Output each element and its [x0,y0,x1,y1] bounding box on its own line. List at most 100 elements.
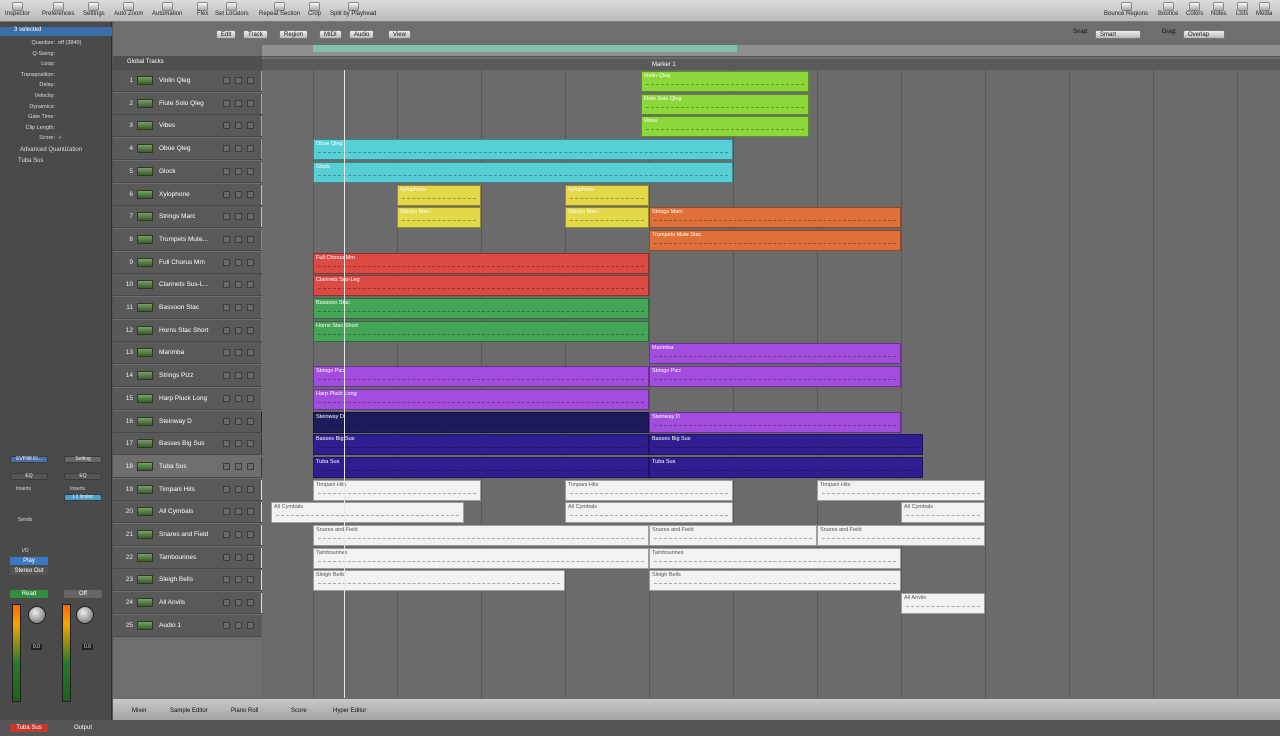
track-name[interactable]: Marimba [159,349,184,356]
track-header[interactable]: 24 All Anvils [113,592,264,615]
midi-region[interactable]: All Anvils [901,593,985,615]
solo-button[interactable] [235,553,242,561]
track-name[interactable]: All Anvils [159,599,185,606]
param-row-q-swing[interactable]: Q-Swing: [0,50,112,60]
track-header[interactable]: 17 Basses Big Sus [113,433,264,456]
toolbar-media-button[interactable]: Media [1256,2,1272,17]
record-button[interactable] [247,599,254,607]
solo-button[interactable] [235,281,242,289]
solo-button[interactable] [235,508,242,516]
mute-button[interactable] [223,485,230,493]
midi-region[interactable]: All Cymbals [565,502,733,524]
solo-button[interactable] [235,99,242,107]
midi-region[interactable]: All Cymbals [901,502,985,524]
track-name[interactable]: Violin Qleg [159,77,190,84]
midi-region[interactable]: Snares and Field [313,525,649,546]
track-name[interactable]: Snares and Field [159,531,208,538]
track-header[interactable]: 5 Glock [113,160,264,183]
eq-display[interactable]: EQ [10,473,48,480]
solo-button[interactable] [235,372,242,380]
midi-region[interactable]: Harp Pluck Long [313,388,649,410]
solo-button[interactable] [235,145,242,153]
menu-region[interactable]: Region [279,30,309,39]
track-header[interactable]: 1 Violin Qleg [113,70,264,92]
record-button[interactable] [247,167,254,175]
record-button[interactable] [247,190,254,198]
menu-audio[interactable]: Audio [349,30,375,39]
snap-select[interactable]: Smart [1095,30,1141,39]
track-header[interactable]: 6 Xylophone [113,183,264,206]
mute-button[interactable] [223,235,230,243]
track-name[interactable]: Strings Pizz [159,372,193,379]
track-name[interactable]: Tambourines [159,554,196,561]
bar-ruler[interactable] [262,45,1280,57]
eq-display-output[interactable]: EQ [64,473,102,480]
track-name[interactable]: Flute Solo Qleg [159,100,204,107]
solo-button[interactable] [235,77,242,84]
track-name[interactable]: Basses Big Sus [159,440,205,447]
editor-hyper-editor-button[interactable]: Hyper Editor [333,708,366,714]
mute-button[interactable] [223,576,230,584]
mute-button[interactable] [223,77,230,84]
toolbar-notes-button[interactable]: Notes [1211,2,1227,17]
solo-button[interactable] [235,235,242,243]
midi-region[interactable]: Sleigh Bells [313,570,565,592]
midi-region[interactable]: Glock [313,161,733,183]
track-name[interactable]: Strings Marc [159,213,195,220]
global-tracks-disclosure[interactable]: Global Tracks [113,56,262,70]
midi-region[interactable]: Tambourines [649,547,901,569]
toolbar-bounce-regions-button[interactable]: Bounce Regions [1104,2,1148,17]
arrange-area[interactable]: Violin Qleg Flute Solo Qleg Vibes Oboe Qleg… [262,70,1280,698]
track-header[interactable]: 8 Trumpets Mute... [113,228,264,251]
midi-region[interactable]: Tambourines [313,547,649,569]
mute-button[interactable] [223,349,230,357]
param-row-clip-length[interactable]: Clip Length: [0,124,112,134]
toolbar-lists-button[interactable]: Lists [1236,2,1248,17]
record-button[interactable] [247,326,254,334]
record-button[interactable] [247,417,254,425]
track-name[interactable]: Harp Pluck Long [159,395,207,402]
record-button[interactable] [247,99,254,107]
mute-button[interactable] [223,372,230,380]
toolbar-bounce-button[interactable]: Bounce [1158,2,1178,17]
track-header[interactable]: 21 Snares and Field [113,524,264,546]
toolbar-repeat-section-button[interactable]: Repeat Section [259,2,300,17]
solo-button[interactable] [235,326,242,334]
midi-region[interactable]: Trumpets Mute Stac [649,229,901,251]
insert-slot-limiter[interactable]: L1 limiter [64,494,102,501]
automation-mode-output[interactable]: Off [64,590,102,598]
track-header[interactable]: 25 Audio 1 [113,614,264,637]
param-row-quantize[interactable]: Quantize: off (3840) [0,39,112,49]
mute-button[interactable] [223,508,230,516]
track-header[interactable]: 22 Tambourines [113,546,264,569]
toolbar-split-by-playhead-button[interactable]: Split by Playhead [330,2,376,17]
param-row-gate-time[interactable]: Gate Time: [0,113,112,123]
param-value[interactable]: ✓ [58,135,63,141]
midi-region[interactable]: Basses Big Sus [649,434,923,456]
track-header[interactable]: 13 Marimba [113,342,264,365]
mute-button[interactable] [223,145,230,153]
midi-region[interactable]: Basses Big Sus [313,434,649,456]
mute-button[interactable] [223,417,230,425]
record-button[interactable] [247,372,254,380]
marker-label[interactable]: Marker 1 [652,62,676,68]
track-header[interactable]: 14 Strings Pizz [113,365,264,388]
solo-button[interactable] [235,304,242,311]
instrument-slot[interactable]: EVP88 El... [10,456,48,463]
editor-mixer-button[interactable]: Mixer [132,708,147,714]
track-header[interactable]: 16 Steinway D [113,410,264,433]
drag-select[interactable]: Overlap [1183,30,1225,39]
toolbar-set-locators-button[interactable]: Set Locators [215,2,249,17]
setting-slot[interactable]: Setting [64,456,102,463]
param-row-transposition[interactable]: Transposition: [0,71,112,81]
track-name[interactable]: All Cymbals [159,508,193,515]
track-header[interactable]: 12 Horns Stac Short [113,319,264,342]
record-button[interactable] [247,145,254,153]
mute-button[interactable] [223,304,230,311]
mute-button[interactable] [223,213,230,221]
solo-button[interactable] [235,167,242,175]
track-header[interactable]: 7 Strings Marc [113,206,264,229]
midi-region[interactable]: Timpani Hits [565,479,733,501]
midi-region[interactable]: Strings Pizz [649,366,901,388]
pan-knob[interactable] [28,606,46,624]
